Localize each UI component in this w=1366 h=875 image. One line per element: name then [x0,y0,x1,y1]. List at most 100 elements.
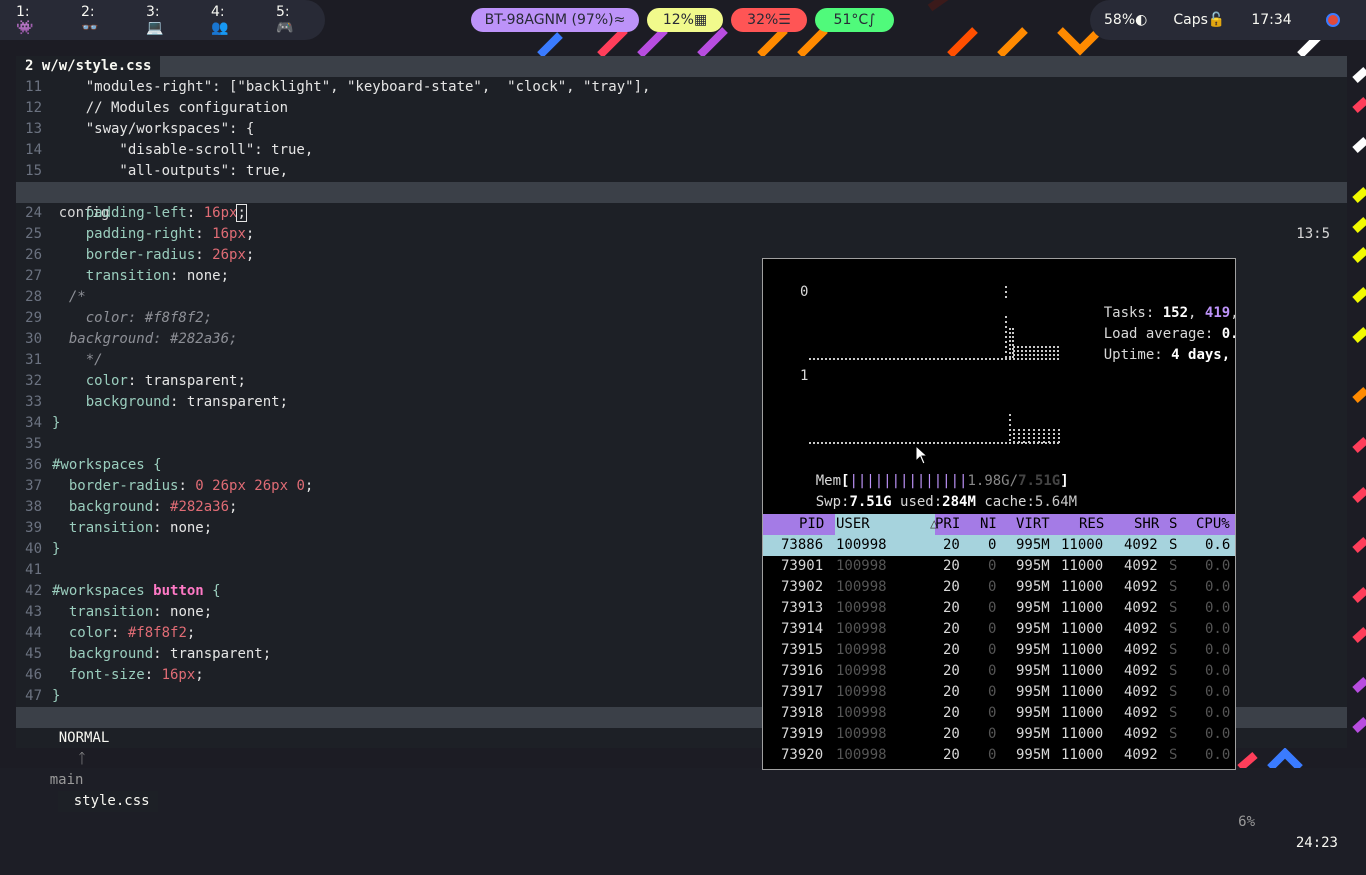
temperature[interactable]: 51°C ∫ [815,8,894,32]
code-line[interactable]: 13 "sway/workspaces": { [16,119,1347,140]
css-property: background [52,394,171,410]
uptime-label: Uptime: [1103,347,1172,363]
line-number: 47 [25,688,42,704]
process-ni: 0 [988,537,997,553]
column-pri[interactable]: PRI [935,514,960,535]
bluetooth-status[interactable]: BT-98AGNM (97%) ≈ [471,8,639,32]
git-branch-icon: ᛏ [77,751,87,767]
tray-app-icon[interactable] [1325,13,1340,27]
process-virt: 995M [1016,747,1050,763]
process-user: 100998 [836,642,887,658]
process-row[interactable]: 73902 100998 20 0 995M 11000 4092 S 0.0 [763,577,1235,598]
line-number: 25 [25,226,42,242]
process-row[interactable]: 73915 100998 20 0 995M 11000 4092 S 0.0 [763,640,1235,661]
code-line[interactable]: 14 "disable-scroll": true, [16,140,1347,161]
workspace-button-5[interactable]: 5: 🎮 [260,0,325,40]
code-line[interactable]: 11 "modules-right": ["backlight", "keybo… [16,77,1347,98]
process-virt: 995M [1016,684,1050,700]
process-user: 100998 [836,579,887,595]
process-s: S [1169,558,1178,574]
process-row[interactable]: 73916 100998 20 0 995M 11000 4092 S 0.0 [763,661,1235,682]
line-number: 28 [25,289,42,305]
process-virt: 995M [1016,705,1050,721]
code-line[interactable]: 15 "all-outputs": true, [16,161,1347,182]
process-s: S [1169,705,1178,721]
keyboard-state-module[interactable]: Caps 🔓 [1155,12,1233,28]
css-value: transparent [186,394,280,410]
workspace-button-3[interactable]: 3: 💻 [130,0,195,40]
tab-style-css[interactable]: 2 w/w/style.css [16,56,161,77]
right-modules-group: 58% ◐ Caps 🔓 17:34 [1090,0,1366,40]
process-pri: 20 [943,663,960,679]
process-res: 11000 [1061,663,1104,679]
process-row[interactable]: 73919 100998 20 0 995M 11000 4092 S 0.0 [763,724,1235,745]
column-pid[interactable]: PID [799,514,824,535]
line-number: 36 [25,457,42,473]
css-value: 16px [212,226,246,242]
process-row[interactable]: 73886 100998 20 0 995M 11000 4092 S 0.6 [763,535,1235,556]
process-row[interactable]: 73918 100998 20 0 995M 11000 4092 S 0.0 [763,703,1235,724]
scroll-percent: 6% [1238,814,1255,830]
workspace-button-4[interactable]: 4: 👥 [195,0,260,40]
css-brace: { [203,583,221,599]
process-shr: 4092 [1124,684,1158,700]
tray-module[interactable] [1300,13,1348,27]
column-cpu[interactable]: CPU% [1196,514,1230,535]
uptime-line: Uptime: 4 days, [1070,324,1230,363]
memory-usage[interactable]: 32% ☰ [731,8,807,32]
line-number: 44 [25,625,42,641]
column-user[interactable]: USER [836,514,870,535]
process-row[interactable]: 73913 100998 20 0 995M 11000 4092 S 0.0 [763,598,1235,619]
column-virt[interactable]: VIRT [1016,514,1050,535]
code-line[interactable]: 12 // Modules configuration [16,98,1347,119]
css-brace: } [52,541,61,557]
process-virt: 995M [1016,537,1050,553]
process-pid: 73886 [781,537,824,553]
code-line[interactable]: 25 padding-right: 16px; [16,224,1347,245]
swp-total: 7.51G [849,494,892,510]
line-number: 42 [25,583,42,599]
process-row[interactable]: 73901 100998 20 0 995M 11000 4092 S 0.0 [763,556,1235,577]
code-text: "disable-scroll": true, [52,142,314,158]
backlight-label: 58% [1104,12,1136,28]
top-status-bar: 1: 👾 2: 👓 3: 💻 4: 👥 5: 🎮 BT-98AGNM (97%)… [0,0,1366,40]
uptime-value: 4 days, [1171,347,1231,363]
backlight-module[interactable]: 58% ◐ [1090,12,1155,28]
workspace-button-1[interactable]: 1: 👾 [0,0,65,40]
code-line[interactable]: 24 padding-left: 16px; [16,203,1347,224]
column-state[interactable]: S [1169,514,1177,535]
process-row[interactable]: 73914 100998 20 0 995M 11000 4092 S 0.0 [763,619,1235,640]
workspaces-group: 1: 👾 2: 👓 3: 💻 4: 👥 5: 🎮 [0,0,325,40]
process-pri: 20 [943,621,960,637]
line-number: 35 [25,436,42,452]
cpu-label: 12% [662,12,694,28]
workspace-button-2[interactable]: 2: 👓 [65,0,130,40]
process-s: S [1169,684,1178,700]
line-number: 29 [25,310,42,326]
css-comment: */ [52,352,103,368]
process-table-header: PID USER △ PRI NI VIRT RES SHR S CPU% [763,514,1235,535]
clock-module[interactable]: 17:34 [1233,12,1299,28]
process-ni: 0 [988,663,997,679]
css-value: #282a36 [170,499,230,515]
process-cpu: 0.0 [1205,579,1231,595]
column-res[interactable]: RES [1079,514,1104,535]
cpu-usage[interactable]: 12% ▦ [647,8,723,32]
process-row[interactable]: 73917 100998 20 0 995M 11000 4092 S 0.0 [763,682,1235,703]
process-row[interactable]: 73920 100998 20 0 995M 11000 4092 S 0.0 [763,745,1235,766]
css-value: 26px [212,247,246,263]
line-number: 37 [25,478,42,494]
css-property: transition [52,520,154,536]
line-number: 11 [25,79,42,95]
process-res: 11000 [1061,537,1104,553]
process-s: S [1169,579,1178,595]
column-shr[interactable]: SHR [1134,514,1159,535]
process-cpu: 0.0 [1205,663,1231,679]
htop-window[interactable]: 0 1 Tasks: 152, 419, Load average: 0. Up… [762,258,1236,770]
process-pid: 73902 [781,579,824,595]
process-ni: 0 [988,642,997,658]
css-value: 0 26px 26px 0 [195,478,305,494]
column-ni[interactable]: NI [980,514,997,535]
css-value: #f8f8f2 [127,625,187,641]
css-brace: { [144,457,162,473]
